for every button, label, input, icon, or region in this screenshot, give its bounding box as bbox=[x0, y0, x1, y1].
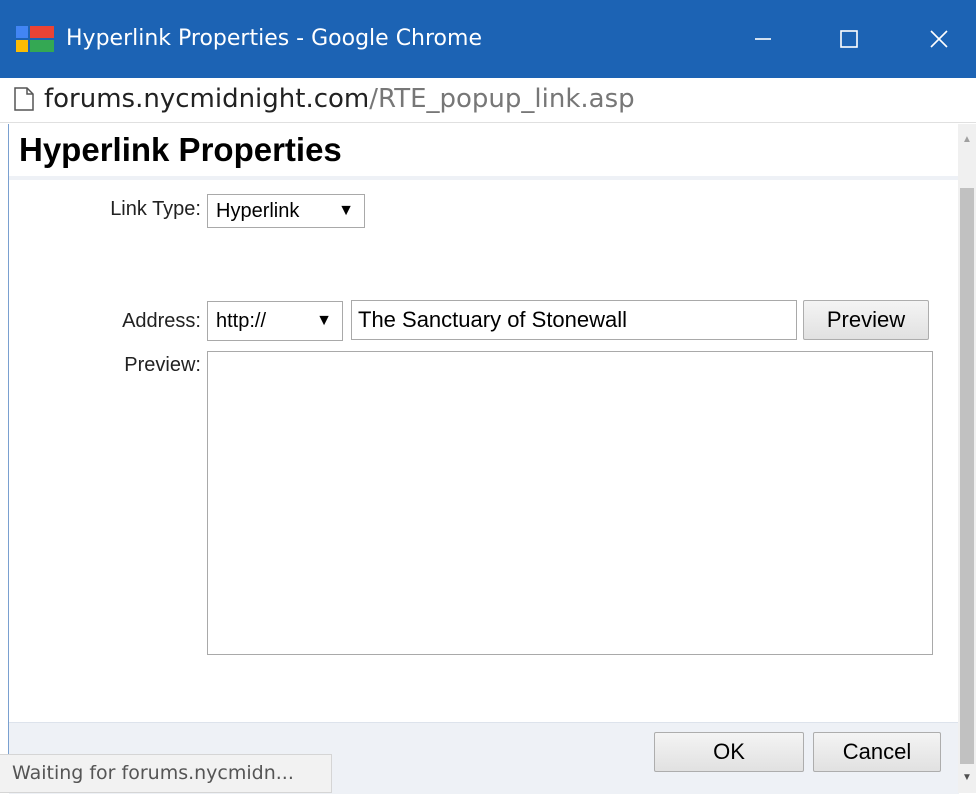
cancel-button[interactable]: Cancel bbox=[813, 732, 941, 772]
page-icon bbox=[14, 87, 34, 111]
chevron-down-icon: ▼ bbox=[338, 202, 354, 219]
address-input[interactable]: The Sanctuary of Stonewall bbox=[351, 300, 797, 340]
window-title: Hyperlink Properties - Google Chrome bbox=[66, 26, 482, 51]
status-bubble: Waiting for forums.nycmidn... bbox=[0, 754, 332, 793]
window-titlebar: Hyperlink Properties - Google Chrome bbox=[0, 0, 976, 78]
maximize-button[interactable] bbox=[812, 0, 886, 78]
minimize-button[interactable] bbox=[726, 0, 800, 78]
chevron-down-icon: ▼ bbox=[316, 312, 332, 329]
maximize-icon bbox=[840, 30, 858, 48]
preview-label: Preview: bbox=[124, 354, 201, 376]
vertical-scrollbar[interactable]: ▲ ▼ bbox=[958, 124, 976, 793]
page-title: Hyperlink Properties bbox=[19, 131, 342, 168]
address-domain: forums.nycmidnight.com bbox=[44, 84, 370, 114]
preview-button[interactable]: Preview bbox=[803, 300, 929, 340]
link-type-value: Hyperlink bbox=[216, 200, 300, 222]
protocol-value: http:// bbox=[216, 310, 267, 332]
scroll-down-arrow-icon[interactable]: ▼ bbox=[958, 772, 976, 786]
heading-divider bbox=[9, 176, 959, 180]
close-button[interactable] bbox=[902, 0, 976, 78]
preview-frame bbox=[207, 351, 933, 655]
scrollbar-thumb[interactable] bbox=[960, 188, 974, 764]
address-url[interactable]: forums.nycmidnight.com/RTE_popup_link.as… bbox=[44, 84, 635, 114]
scroll-up-arrow-icon[interactable]: ▲ bbox=[958, 134, 976, 148]
close-icon bbox=[930, 30, 948, 48]
minimize-icon bbox=[755, 38, 771, 40]
dialog-content: Hyperlink Properties Link Type: Hyperlin… bbox=[8, 124, 959, 794]
ok-button[interactable]: OK bbox=[654, 732, 804, 772]
link-type-label: Link Type: bbox=[110, 198, 201, 220]
address-path: /RTE_popup_link.asp bbox=[369, 84, 635, 114]
protocol-select[interactable]: http:// ▼ bbox=[207, 301, 343, 341]
chrome-app-icon bbox=[16, 26, 54, 52]
link-type-select[interactable]: Hyperlink ▼ bbox=[207, 194, 365, 228]
address-label: Address: bbox=[122, 310, 201, 332]
address-bar[interactable]: forums.nycmidnight.com/RTE_popup_link.as… bbox=[0, 78, 976, 123]
